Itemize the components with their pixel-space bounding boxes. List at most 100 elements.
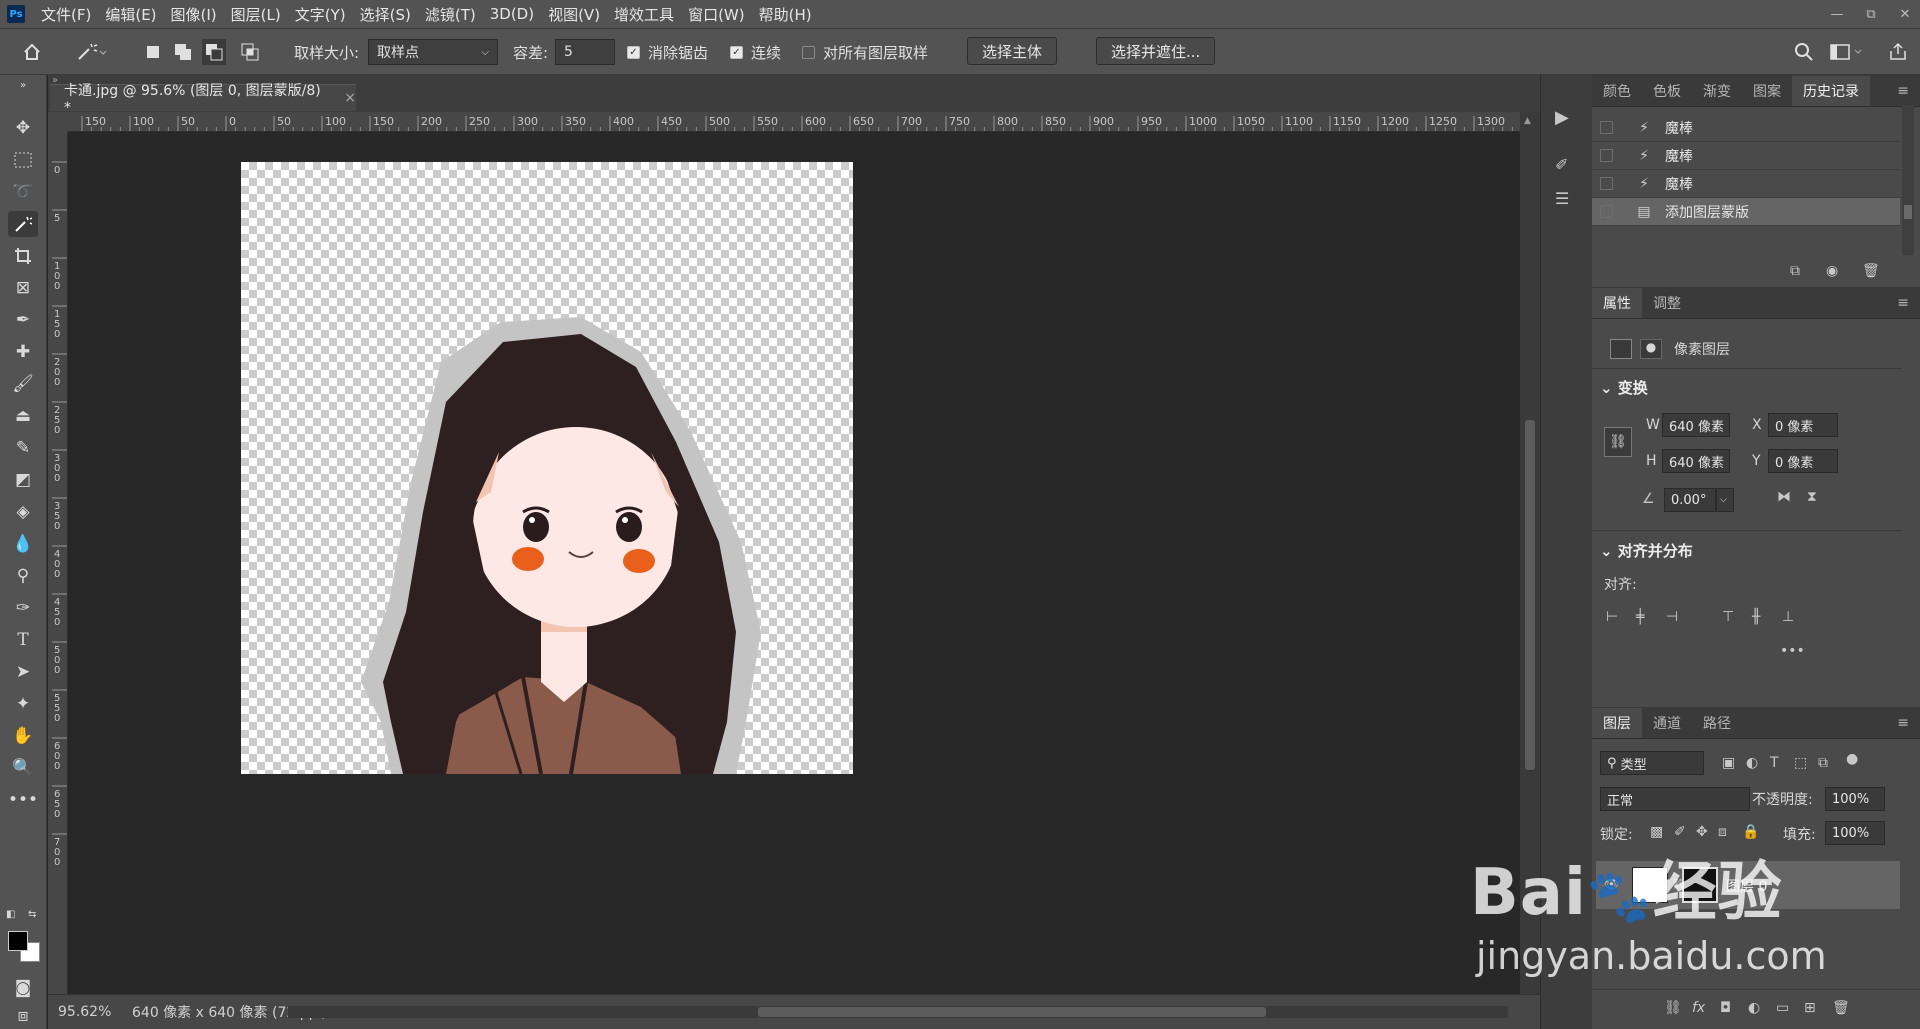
type-tool-icon[interactable]: T bbox=[8, 627, 38, 653]
dodge-tool-icon[interactable]: ⚲ bbox=[8, 563, 38, 589]
tab-gradients[interactable]: 渐变 bbox=[1692, 76, 1742, 106]
menu-file[interactable]: 文件(F) bbox=[41, 4, 91, 25]
link-icon[interactable]: ⛓ bbox=[1604, 427, 1632, 457]
history-item[interactable]: ⚡ 魔棒 bbox=[1592, 142, 1900, 170]
menu-filter[interactable]: 滤镜(T) bbox=[425, 4, 476, 25]
workspace-icon[interactable] bbox=[1830, 39, 1864, 65]
paint-bucket-icon[interactable]: ◈ bbox=[8, 499, 38, 525]
menu-plugins[interactable]: 增效工具 bbox=[614, 4, 674, 25]
tab-layers[interactable]: 图层 bbox=[1592, 708, 1642, 738]
tab-adjustments[interactable]: 调整 bbox=[1642, 288, 1692, 318]
restore-button[interactable]: ⧉ bbox=[1856, 7, 1886, 22]
default-colors-icon[interactable]: ◧ bbox=[6, 909, 15, 920]
lock-image-icon[interactable]: ✐ bbox=[1674, 824, 1686, 840]
select-subject-button[interactable]: 选择主体 bbox=[967, 37, 1058, 65]
history-item-selected[interactable]: ▤ 添加图层蒙版 bbox=[1592, 198, 1900, 226]
panel-menu-icon[interactable]: ≡ bbox=[1886, 708, 1920, 738]
tolerance-input[interactable]: 5 bbox=[555, 39, 615, 65]
adjustments-sliders-icon[interactable]: ☰ bbox=[1555, 189, 1569, 208]
close-button[interactable]: ✕ bbox=[1890, 7, 1920, 22]
flip-vertical-icon[interactable]: ⧗ bbox=[1807, 489, 1817, 505]
tab-patterns[interactable]: 图案 bbox=[1742, 76, 1792, 106]
minimize-button[interactable]: — bbox=[1822, 7, 1852, 22]
search-icon[interactable] bbox=[1794, 39, 1814, 65]
tab-paths[interactable]: 路径 bbox=[1692, 708, 1742, 738]
shape-tool-icon[interactable]: ✦ bbox=[8, 691, 38, 717]
frame-tool-icon[interactable]: ⊠ bbox=[8, 275, 38, 301]
mask-icon[interactable]: ● bbox=[1640, 339, 1662, 359]
sample-all-layers-checkbox[interactable]: 对所有图层取样 bbox=[802, 39, 928, 65]
pen-tool-icon[interactable]: ✑ bbox=[8, 595, 38, 621]
tab-color[interactable]: 颜色 bbox=[1592, 76, 1642, 106]
horizontal-scrollbar[interactable] bbox=[288, 1006, 1508, 1018]
trash-icon[interactable]: 🗑 bbox=[1862, 263, 1880, 279]
brush-settings-icon[interactable]: ✐ bbox=[1555, 155, 1568, 174]
home-icon[interactable] bbox=[22, 39, 42, 65]
brush-tool-icon[interactable]: 🖌 bbox=[8, 371, 38, 397]
menu-edit[interactable]: 编辑(E) bbox=[105, 4, 156, 25]
vertical-scroll-thumb[interactable] bbox=[1525, 420, 1535, 770]
document-canvas[interactable] bbox=[241, 162, 853, 774]
new-group-icon[interactable]: ▭ bbox=[1776, 1000, 1789, 1016]
intersect-selection-icon[interactable] bbox=[241, 39, 259, 65]
zoom-tool-icon[interactable]: 🔍 bbox=[8, 755, 38, 781]
lock-position-icon[interactable]: ✥ bbox=[1696, 824, 1708, 840]
menu-window[interactable]: 窗口(W) bbox=[688, 4, 745, 25]
adjustment-layer-icon[interactable]: ◐ bbox=[1748, 1000, 1760, 1016]
tab-channels[interactable]: 通道 bbox=[1642, 708, 1692, 738]
stamp-tool-icon[interactable]: ⏏ bbox=[8, 403, 38, 429]
add-to-selection-icon[interactable] bbox=[174, 39, 192, 65]
menu-help[interactable]: 帮助(H) bbox=[759, 4, 812, 25]
tab-swatches[interactable]: 色板 bbox=[1642, 76, 1692, 106]
quick-mask-icon[interactable]: ◙ bbox=[8, 975, 38, 1001]
filter-adjustment-icon[interactable]: ◐ bbox=[1746, 755, 1758, 771]
layer-filter-select[interactable]: ⚲ 类型 bbox=[1600, 751, 1704, 775]
align-right-icon[interactable]: ⊣ bbox=[1666, 609, 1678, 625]
move-tool-icon[interactable]: ✥ bbox=[8, 115, 38, 141]
filter-shape-icon[interactable]: ⬚ bbox=[1794, 755, 1807, 771]
height-input[interactable]: 640 像素 bbox=[1662, 449, 1730, 473]
filter-toggle-icon[interactable]: ● bbox=[1846, 751, 1858, 767]
blur-tool-icon[interactable]: 💧 bbox=[8, 531, 38, 557]
new-document-from-state-icon[interactable]: ⧉ bbox=[1790, 263, 1800, 279]
tab-history[interactable]: 历史记录 bbox=[1792, 76, 1870, 106]
hand-tool-icon[interactable]: ✋ bbox=[8, 723, 38, 749]
history-scrollbar[interactable] bbox=[1902, 105, 1914, 255]
collapse-icon[interactable]: » bbox=[8, 79, 38, 91]
x-input[interactable]: 0 像素 bbox=[1768, 413, 1838, 437]
align-middle-vertical-icon[interactable]: ╫ bbox=[1752, 609, 1760, 625]
magic-wand-icon[interactable] bbox=[8, 211, 38, 237]
contiguous-checkbox[interactable]: ✓ 连续 bbox=[730, 39, 781, 65]
menu-layer[interactable]: 图层(L) bbox=[231, 4, 281, 25]
history-scroll-thumb[interactable] bbox=[1904, 205, 1912, 219]
menu-image[interactable]: 图像(I) bbox=[171, 4, 217, 25]
history-item[interactable]: ⚡ 魔棒 bbox=[1592, 114, 1900, 142]
foreground-color-swatch[interactable] bbox=[8, 931, 28, 951]
align-left-icon[interactable]: ⊢ bbox=[1606, 609, 1618, 625]
play-actions-icon[interactable]: ▶ bbox=[1555, 107, 1569, 128]
lock-all-icon[interactable]: 🔒 bbox=[1742, 824, 1759, 840]
more-options-icon[interactable]: ••• bbox=[1780, 643, 1805, 659]
opacity-input[interactable]: 100% bbox=[1825, 787, 1885, 811]
fx-icon[interactable]: fx bbox=[1692, 1000, 1705, 1016]
history-snapshot-checkbox[interactable] bbox=[1600, 149, 1613, 162]
lasso-tool-icon[interactable]: ➰ bbox=[8, 179, 38, 205]
healing-brush-icon[interactable]: ✚ bbox=[8, 339, 38, 365]
delete-layer-icon[interactable]: 🗑 bbox=[1832, 1000, 1850, 1016]
select-and-mask-button[interactable]: 选择并遮住... bbox=[1096, 37, 1216, 65]
screen-mode-icon[interactable]: ⧈ bbox=[8, 1006, 38, 1026]
new-layer-icon[interactable]: ⊞ bbox=[1804, 1000, 1816, 1016]
document-tab[interactable]: 卡通.jpg @ 95.6% (图层 0, 图层蒙版/8) * × bbox=[50, 83, 356, 116]
angle-dropdown-icon[interactable]: ⌵ bbox=[1716, 488, 1734, 512]
filter-smart-object-icon[interactable]: ⧉ bbox=[1818, 755, 1828, 771]
tab-close-icon[interactable]: × bbox=[344, 90, 356, 106]
align-top-icon[interactable]: ⊤ bbox=[1722, 609, 1734, 625]
filter-pixel-icon[interactable]: ▣ bbox=[1722, 755, 1735, 771]
new-selection-icon[interactable] bbox=[146, 39, 160, 65]
tab-properties[interactable]: 属性 bbox=[1592, 288, 1642, 318]
eraser-tool-icon[interactable]: ◩ bbox=[8, 467, 38, 493]
panel-menu-icon[interactable]: ≡ bbox=[1886, 288, 1920, 318]
add-mask-icon[interactable]: ◘ bbox=[1720, 1000, 1731, 1016]
align-center-horizontal-icon[interactable]: ╪ bbox=[1636, 609, 1644, 625]
camera-snapshot-icon[interactable]: ◉ bbox=[1826, 263, 1838, 279]
